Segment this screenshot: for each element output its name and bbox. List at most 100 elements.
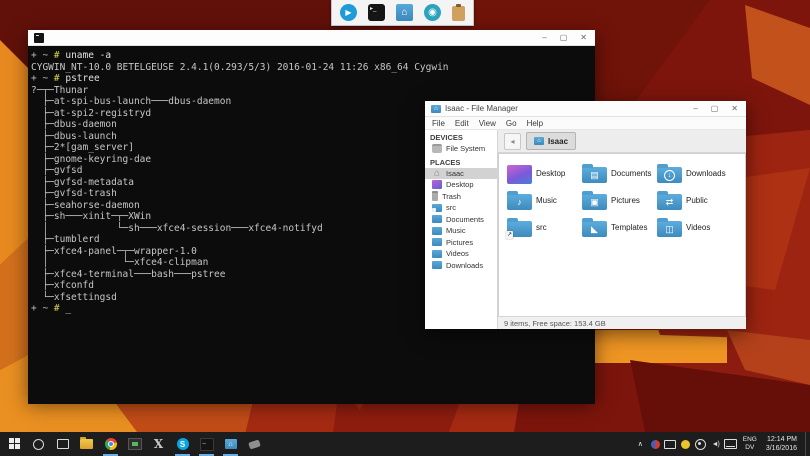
maximize-button[interactable]: ▢: [560, 30, 568, 45]
file-desktop[interactable]: Desktop: [507, 160, 582, 187]
desktop-icon: [432, 180, 442, 189]
sidebar-item-label: Videos: [446, 249, 469, 258]
x-server-taskbar-button[interactable]: X: [148, 432, 169, 456]
sidebar-item-label: Pictures: [446, 238, 473, 247]
pictures-emblem-icon: ▣: [582, 194, 607, 210]
folder-shortcut-icon: [432, 204, 442, 212]
file-videos[interactable]: ◫Videos: [657, 214, 732, 241]
sidebar-item-desktop[interactable]: Desktop: [425, 179, 497, 191]
close-button[interactable]: ✕: [731, 101, 738, 116]
path-button-isaac[interactable]: ⌂ Isaac: [526, 132, 576, 150]
file-explorer-taskbar-button[interactable]: [76, 432, 97, 456]
toolbar: ◂ ⌂ Isaac: [498, 130, 746, 153]
file-manager-window: ⌂ Isaac - File Manager – ▢ ✕ File Edit Vie…: [425, 101, 746, 329]
back-button[interactable]: ◂: [504, 133, 521, 150]
network-icon[interactable]: [693, 432, 708, 456]
sidebar-item-isaac[interactable]: Isaac: [425, 168, 497, 180]
thunar-icon: ⌂: [225, 439, 237, 449]
file-icon-view[interactable]: Desktop ▤Documents↓Downloads ♪Music▣Pictur…: [498, 153, 746, 316]
vm-app-taskbar-button[interactable]: [124, 432, 145, 456]
clock[interactable]: 12:14 PM 3/16/2016: [762, 435, 805, 453]
sidebar-item-label: Trash: [442, 192, 461, 201]
folder-music-icon: ♪: [507, 194, 532, 210]
skype-taskbar-button[interactable]: S: [172, 432, 193, 456]
cortana-taskbar-button[interactable]: [28, 432, 49, 456]
downloads-emblem-icon: ↓: [657, 167, 682, 183]
menu-bar: File Edit View Go Help: [425, 117, 746, 130]
places-header: PLACES: [425, 155, 497, 168]
file-downloads[interactable]: ↓Downloads: [657, 160, 732, 187]
file-music[interactable]: ♪Music: [507, 187, 582, 214]
status-text: 9 items, Free space: 153.4 GB: [504, 319, 606, 328]
sidebar-item-trash[interactable]: Trash: [425, 191, 497, 203]
file-manager-title: Isaac - File Manager: [445, 104, 693, 113]
clipboard-manager-icon[interactable]: [452, 6, 465, 21]
maximize-button[interactable]: ▢: [711, 101, 719, 116]
file-label: Desktop: [536, 169, 565, 178]
minimize-button[interactable]: –: [542, 30, 546, 45]
file-manager-window-controls: – ▢ ✕: [693, 101, 740, 116]
show-desktop-button[interactable]: [805, 432, 810, 456]
chrome-taskbar-button[interactable]: [100, 432, 121, 456]
path-button-label: Isaac: [548, 137, 568, 146]
close-button[interactable]: ✕: [580, 30, 587, 45]
sidebar-item-documents[interactable]: Documents: [425, 214, 497, 226]
start-taskbar-button[interactable]: [4, 432, 25, 456]
thunar-taskbar-button[interactable]: ⌂: [220, 432, 241, 456]
terminal-taskbar-button[interactable]: [196, 432, 217, 456]
file-pictures[interactable]: ▣Pictures: [582, 187, 657, 214]
language-indicator[interactable]: ENG DV: [738, 436, 762, 452]
hidden-icons-chevron-icon[interactable]: ∧: [633, 432, 648, 456]
file-explorer-icon: [80, 439, 93, 449]
desktop: – ▢ ✕ + ~ # uname -aCYGWIN_NT-10.0 BETEL…: [0, 0, 810, 456]
menu-view[interactable]: View: [479, 119, 496, 128]
menu-edit[interactable]: Edit: [455, 119, 469, 128]
file-documents[interactable]: ▤Documents: [582, 160, 657, 187]
sidebar-item-file-system[interactable]: File System: [425, 143, 497, 155]
menu-file[interactable]: File: [432, 119, 445, 128]
sidebar-item-videos[interactable]: Videos: [425, 248, 497, 260]
cortana-icon: [33, 439, 44, 450]
top-panel: [331, 0, 474, 26]
battery-icon[interactable]: [678, 432, 693, 456]
hidden-icons-chevron-glyph: ∧: [638, 440, 643, 448]
unknown-app-taskbar-button[interactable]: [244, 432, 265, 456]
file-label: Documents: [611, 169, 651, 178]
menu-help[interactable]: Help: [527, 119, 543, 128]
battery-glyph: [681, 440, 690, 449]
terminal-titlebar[interactable]: – ▢ ✕: [28, 30, 595, 46]
terminal-line: + ~ # pstree: [31, 73, 595, 85]
folder-pictures-icon: ▣: [582, 194, 607, 210]
file-public[interactable]: ⇄Public: [657, 187, 732, 214]
desktop-icon: [507, 165, 532, 184]
drive-icon: [432, 144, 442, 153]
file-src[interactable]: src: [507, 214, 582, 241]
chrome-icon: [105, 438, 117, 450]
sidebar-item-src[interactable]: src: [425, 202, 497, 214]
terminal-icon[interactable]: [368, 4, 385, 21]
file-templates[interactable]: ◣Templates: [582, 214, 657, 241]
start-icon: [9, 438, 21, 450]
sidebar-item-downloads[interactable]: Downloads: [425, 260, 497, 272]
folder-icon: [432, 261, 442, 269]
notification-app-icon[interactable]: [648, 432, 663, 456]
sidebar-item-pictures[interactable]: Pictures: [425, 237, 497, 249]
task-view-taskbar-button[interactable]: [52, 432, 73, 456]
menu-go[interactable]: Go: [506, 119, 517, 128]
windows-taskbar: XS ⌂ ∧ ◄) ENG DV 12:14 PM 3/16/2016: [0, 432, 810, 456]
volume-glyph: ◄): [712, 441, 719, 448]
app-launcher-icon[interactable]: [340, 4, 357, 21]
folder-videos-icon: ◫: [657, 221, 682, 237]
touch-keyboard-icon[interactable]: [723, 432, 738, 456]
file-manager-titlebar[interactable]: ⌂ Isaac - File Manager – ▢ ✕: [425, 101, 746, 117]
minimize-button[interactable]: –: [693, 101, 697, 116]
display-icon[interactable]: [663, 432, 678, 456]
status-bar: 9 items, Free space: 153.4 GB: [498, 316, 746, 329]
file-label: Templates: [611, 223, 647, 232]
sidebar: DEVICES File System PLACES IsaacDesktopT…: [425, 130, 498, 329]
sidebar-item-music[interactable]: Music: [425, 225, 497, 237]
web-browser-icon[interactable]: [424, 4, 441, 21]
terminal-line: CYGWIN_NT-10.0 BETELGEUSE 2.4.1(0.293/5/…: [31, 62, 595, 74]
file-manager-icon[interactable]: [396, 4, 413, 21]
volume-icon[interactable]: ◄): [708, 432, 723, 456]
